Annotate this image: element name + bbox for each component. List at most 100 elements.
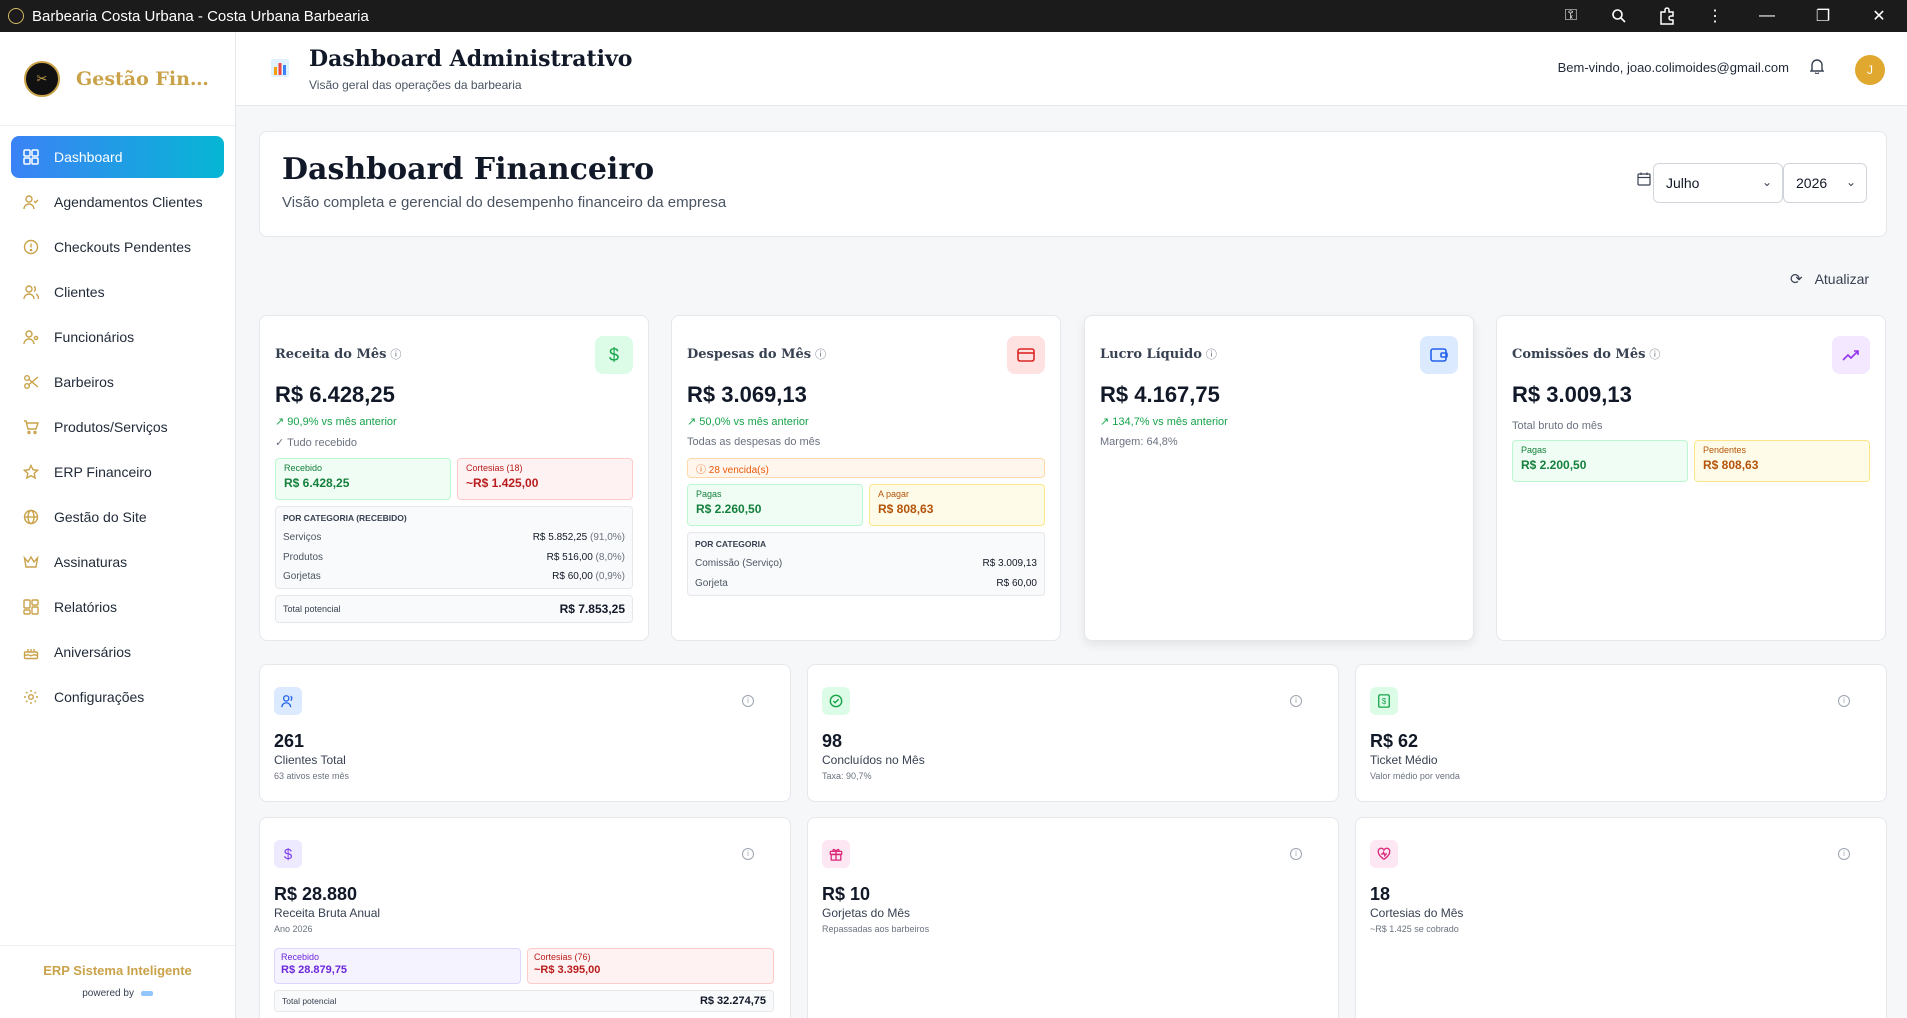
key-icon[interactable]: ⚿ bbox=[1547, 0, 1595, 32]
chevron-down-icon: ⌄ bbox=[1761, 175, 1772, 189]
sidebar-item-configuracoes[interactable]: Configurações bbox=[11, 676, 224, 718]
sidebar-item-checkouts[interactable]: Checkouts Pendentes bbox=[11, 226, 224, 268]
bell-icon[interactable] bbox=[1807, 58, 1827, 78]
stat-sub: Valor médio por venda bbox=[1370, 771, 1460, 781]
refresh-icon: ⟳ bbox=[1790, 271, 1803, 288]
recebido-value: R$ 6.428,25 bbox=[284, 476, 350, 490]
crown-icon bbox=[21, 552, 41, 572]
apagar-box: A pagar R$ 808,63 bbox=[869, 484, 1045, 526]
receita-card: Receita do Mês ⓘ $ R$ 6.428,25 ↗ 90,9% vs… bbox=[259, 315, 649, 641]
page-subtitle: Visão completa e gerencial do desempenho… bbox=[282, 194, 727, 211]
sidebar-item-assinaturas[interactable]: Assinaturas bbox=[11, 541, 224, 583]
restore-button[interactable]: ❐ bbox=[1795, 0, 1851, 32]
sidebar-item-label: Checkouts Pendentes bbox=[54, 239, 191, 255]
sidebar-item-dashboard[interactable]: Dashboard bbox=[11, 136, 224, 178]
sidebar-item-label: Barbeiros bbox=[54, 374, 114, 390]
stat-card-gorjetas: i R$ 10 Gorjetas do Mês Repassadas aos b… bbox=[807, 817, 1339, 1018]
lucro-trend: ↗ 134,7% vs mês anterior bbox=[1100, 416, 1228, 428]
pendentes-label: Pendentes bbox=[1703, 445, 1747, 455]
layout-icon bbox=[21, 597, 41, 617]
month-value: Julho bbox=[1666, 175, 1700, 191]
welcome-text: Bem-vindo, joao.colimoides@gmail.com bbox=[1557, 60, 1789, 75]
receita-value: R$ 6.428,25 bbox=[275, 382, 395, 407]
app-icon bbox=[8, 8, 24, 24]
dollar-icon: $ bbox=[274, 840, 302, 868]
info-icon[interactable]: i bbox=[742, 848, 754, 860]
sidebar-item-relatorios[interactable]: Relatórios bbox=[11, 586, 224, 628]
category-row: Gorjeta R$ 60,00 bbox=[695, 577, 1037, 589]
users-icon bbox=[21, 282, 41, 302]
pagas-value: R$ 2.200,50 bbox=[1521, 458, 1587, 472]
comissoes-pagas-box: Pagas R$ 2.200,50 bbox=[1512, 440, 1688, 482]
minimize-button[interactable]: — bbox=[1739, 0, 1795, 32]
sidebar-item-funcionarios[interactable]: Funcionários bbox=[11, 316, 224, 358]
apagar-value: R$ 808,63 bbox=[878, 502, 934, 516]
info-icon[interactable]: i bbox=[1838, 848, 1850, 860]
despesas-label: Despesas do Mês ⓘ bbox=[687, 347, 827, 362]
info-icon[interactable]: ⓘ bbox=[1206, 348, 1217, 361]
close-button[interactable]: ✕ bbox=[1851, 0, 1907, 32]
sidebar-item-label: Gestão do Site bbox=[54, 509, 147, 525]
zoom-icon[interactable] bbox=[1595, 0, 1643, 32]
recebido-label: Recebido bbox=[281, 952, 320, 962]
recebido-value: R$ 28.879,75 bbox=[281, 964, 348, 976]
info-icon[interactable]: ⓘ bbox=[1649, 348, 1660, 361]
sidebar-item-label: Produtos/Serviços bbox=[54, 419, 168, 435]
more-menu-icon[interactable]: ⋮ bbox=[1691, 0, 1739, 32]
chevron-down-icon: ⌄ bbox=[1845, 175, 1856, 189]
svg-text:$: $ bbox=[1382, 697, 1387, 706]
sidebar-nav: Dashboard Agendamentos Clientes Checkout… bbox=[0, 126, 235, 718]
sidebar-item-clientes[interactable]: Clientes bbox=[11, 271, 224, 313]
sidebar-item-label: Configurações bbox=[54, 689, 145, 705]
total-potencial-box: Total potencial R$ 7.853,25 bbox=[275, 595, 633, 623]
user-cog-icon bbox=[21, 327, 41, 347]
info-icon[interactable]: i bbox=[742, 695, 754, 707]
alert-circle-icon bbox=[21, 237, 41, 257]
sidebar-item-site[interactable]: Gestão do Site bbox=[11, 496, 224, 538]
pagas-label: Pagas bbox=[1521, 445, 1547, 455]
sidebar-item-aniversarios[interactable]: Aniversários bbox=[11, 631, 224, 673]
stat-sub: Ano 2026 bbox=[274, 924, 313, 934]
cortesias-value: ~R$ 3.395,00 bbox=[534, 964, 601, 976]
sidebar-item-label: Funcionários bbox=[54, 329, 135, 345]
extensions-icon[interactable] bbox=[1643, 0, 1691, 32]
wallet-icon bbox=[1420, 336, 1458, 374]
info-icon[interactable]: i bbox=[1290, 695, 1302, 707]
despesas-value: R$ 3.069,13 bbox=[687, 382, 807, 407]
sidebar-item-agendamentos[interactable]: Agendamentos Clientes bbox=[11, 181, 224, 223]
anual-total-box: Total potencial R$ 32.274,75 bbox=[274, 990, 774, 1012]
category-row: Gorjetas R$ 60,00 (0,9%) bbox=[283, 571, 625, 583]
info-icon[interactable]: i bbox=[1290, 848, 1302, 860]
sidebar-item-label: ERP Financeiro bbox=[54, 464, 152, 480]
dashboard-banner: Dashboard Financeiro Visão completa e ge… bbox=[259, 131, 1887, 237]
comissoes-value: R$ 3.009,13 bbox=[1512, 382, 1632, 407]
gear-icon bbox=[21, 687, 41, 707]
erp-label: ERP Sistema Inteligente bbox=[43, 963, 192, 978]
sidebar-item-label: Relatórios bbox=[54, 599, 118, 615]
info-icon[interactable]: ⓘ bbox=[390, 348, 401, 361]
total-label: Total potencial bbox=[283, 604, 341, 614]
window-titlebar: Barbearia Costa Urbana - Costa Urbana Ba… bbox=[0, 0, 1907, 32]
bar-chart-icon bbox=[270, 58, 290, 78]
sidebar-item-produtos[interactable]: Produtos/Serviços bbox=[11, 406, 224, 448]
cortesias-box: Cortesias (18) ~R$ 1.425,00 bbox=[457, 458, 633, 500]
dollar-icon: $ bbox=[595, 336, 633, 374]
pagas-box: Pagas R$ 2.260,50 bbox=[687, 484, 863, 526]
category-row: Serviços R$ 5.852,25 (91,0%) bbox=[283, 532, 625, 544]
month-select[interactable]: Julho ⌄ bbox=[1653, 163, 1783, 203]
comissoes-label: Comissões do Mês ⓘ bbox=[1512, 347, 1661, 362]
sidebar-item-label: Agendamentos Clientes bbox=[54, 194, 203, 210]
anual-recebido-box: Recebido R$ 28.879,75 bbox=[274, 948, 521, 984]
pagas-value: R$ 2.260,50 bbox=[696, 502, 762, 516]
avatar[interactable]: J bbox=[1855, 55, 1885, 85]
sidebar-item-barbeiros[interactable]: Barbeiros bbox=[11, 361, 224, 403]
stat-card-cortesias: i 18 Cortesias do Mês ~R$ 1.425 se cobra… bbox=[1355, 817, 1887, 1018]
sidebar-item-erp[interactable]: ERP Financeiro bbox=[11, 451, 224, 493]
refresh-button[interactable]: ⟳ Atualizar bbox=[1790, 270, 1869, 288]
info-icon[interactable]: i bbox=[1838, 695, 1850, 707]
stat-card-receita-anual: $ i R$ 28.880 Receita Bruta Anual Ano 20… bbox=[259, 817, 791, 1018]
info-icon[interactable]: ⓘ bbox=[815, 348, 826, 361]
stat-sub: ~R$ 1.425 se cobrado bbox=[1370, 924, 1459, 934]
powered-by: powered by bbox=[0, 988, 235, 999]
year-select[interactable]: 2026 ⌄ bbox=[1783, 163, 1867, 203]
